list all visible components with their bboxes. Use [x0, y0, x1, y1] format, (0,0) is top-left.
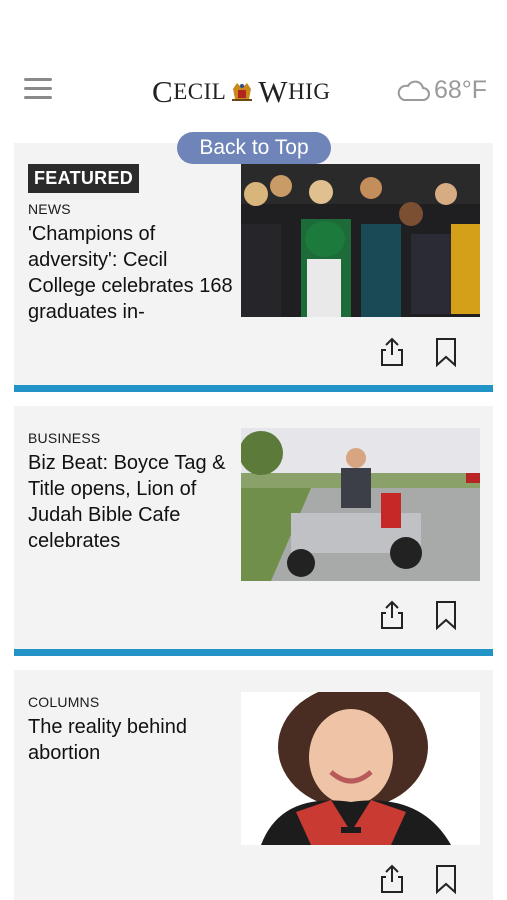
featured-badge: FEATURED: [28, 164, 140, 193]
share-icon[interactable]: [379, 336, 405, 368]
logo-seal-icon: [232, 83, 253, 101]
cecil-whig-logo[interactable]: C ECIL W HIG: [152, 74, 330, 110]
article-headline[interactable]: 'Champions of adversity': Cecil College …: [28, 221, 238, 325]
logo-text: ECIL: [173, 79, 227, 104]
temperature-label: 68°F: [434, 76, 488, 104]
article-section: COLUMNS: [28, 694, 100, 710]
share-icon[interactable]: [379, 863, 405, 895]
article-section: NEWS: [28, 201, 71, 217]
mower-photo[interactable]: [241, 428, 480, 581]
graduation-photo[interactable]: [241, 164, 480, 317]
bookmark-icon[interactable]: [433, 863, 459, 895]
app-header: C ECIL W HIG 68°F: [0, 60, 507, 122]
article-card[interactable]: BUSINESS Biz Beat: Boyce Tag & Title ope…: [14, 406, 493, 649]
weather-widget[interactable]: 68°F: [396, 76, 487, 105]
divider: [14, 385, 493, 392]
hamburger-menu-icon[interactable]: [24, 78, 52, 100]
article-headline[interactable]: The reality behind abortion: [28, 714, 198, 766]
divider: [14, 649, 493, 656]
portrait-photo[interactable]: [241, 692, 480, 845]
logo-text: HIG: [288, 79, 331, 104]
article-headline[interactable]: Biz Beat: Boyce Tag & Title opens, Lion …: [28, 450, 238, 554]
logo-text-letter: C: [152, 74, 174, 109]
article-card[interactable]: COLUMNS The reality behind abortion: [14, 670, 493, 900]
article-section: BUSINESS: [28, 430, 101, 446]
bookmark-icon[interactable]: [433, 599, 459, 631]
article-card[interactable]: FEATURED NEWS 'Champions of adversity': …: [14, 143, 493, 385]
logo-text-letter: W: [258, 74, 289, 109]
bookmark-icon[interactable]: [433, 336, 459, 368]
share-icon[interactable]: [379, 599, 405, 631]
back-to-top-button[interactable]: Back to Top: [177, 132, 331, 164]
cloud-icon: [397, 80, 430, 101]
